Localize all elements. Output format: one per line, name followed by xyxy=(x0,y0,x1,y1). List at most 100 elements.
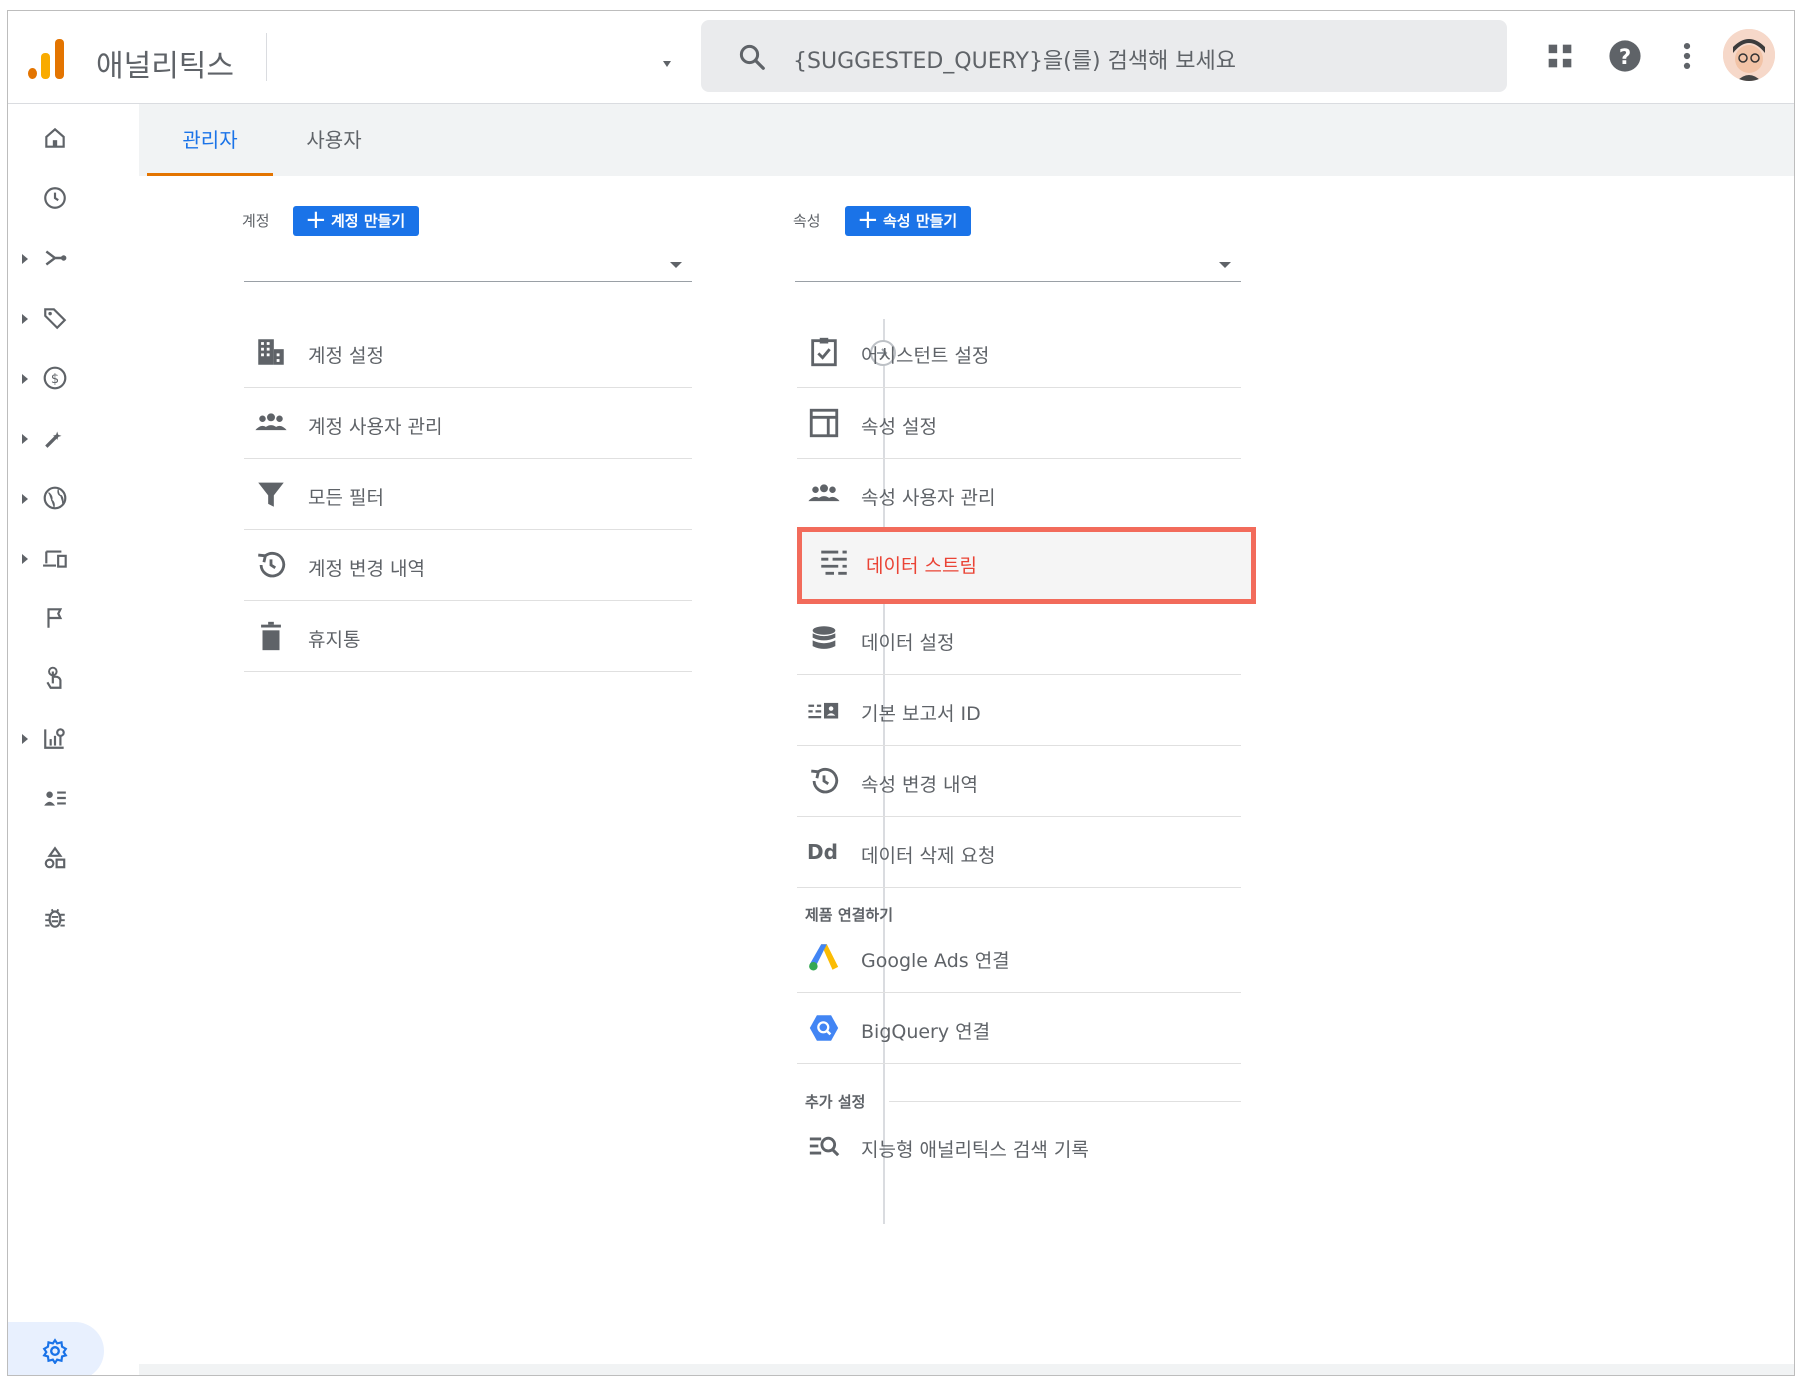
list-item-label: 계정 설정 xyxy=(308,345,384,367)
debug-bug-icon xyxy=(45,908,65,928)
search-bar[interactable]: {SUGGESTED_QUERY}을(를) 검색해 보세요 xyxy=(701,20,1507,92)
property-select[interactable] xyxy=(795,232,1241,282)
nav-realtime[interactable] xyxy=(8,174,139,224)
account-user-management-item[interactable]: 계정 사용자 관리 xyxy=(244,388,692,459)
nav-shapes[interactable] xyxy=(8,834,139,884)
people-icon xyxy=(255,413,287,431)
create-account-label: 계정 만들기 xyxy=(331,212,406,230)
history-icon xyxy=(258,551,286,578)
more-vert-icon[interactable] xyxy=(1670,39,1704,73)
list-item-label: 계정 사용자 관리 xyxy=(308,416,443,438)
expand-arrow-icon[interactable] xyxy=(22,374,28,384)
svg-text:?: ? xyxy=(1619,45,1631,70)
nav-tags[interactable] xyxy=(8,294,139,344)
monetization-icon: $ xyxy=(43,366,67,390)
data-streams-item[interactable]: 데이터 스트림 xyxy=(797,527,1256,604)
admin-content: 관리자 사용자 계정 + 계정 만들기 계정 설정 계정 사용자 관리 모든 필… xyxy=(139,104,1794,1375)
expand-arrow-icon[interactable] xyxy=(22,554,28,564)
acquisition-icon xyxy=(45,250,67,266)
report-id-icon xyxy=(808,702,839,719)
list-item-label: 기본 보고서 ID xyxy=(861,703,981,725)
avatar[interactable] xyxy=(1723,29,1775,81)
admin-panel: 계정 + 계정 만들기 계정 설정 계정 사용자 관리 모든 필터 계정 변경 … xyxy=(139,176,1794,1364)
dropdown-caret-icon xyxy=(670,262,682,268)
analytics-logo-icon[interactable] xyxy=(26,35,66,79)
nav-monetization[interactable]: $ xyxy=(8,354,139,404)
list-item-label: 속성 사용자 관리 xyxy=(861,487,996,509)
admin-gear-icon xyxy=(42,1338,68,1364)
list-item-label: 속성 설정 xyxy=(861,416,937,438)
header-divider xyxy=(266,33,267,81)
data-settings-item[interactable]: 데이터 설정 xyxy=(797,604,1241,675)
help-icon[interactable]: ? xyxy=(1608,39,1642,73)
list-item-label: 휴지통 xyxy=(308,629,361,651)
expand-arrow-icon[interactable] xyxy=(22,734,28,744)
bigquery-links-item[interactable]: BigQuery 연결 xyxy=(797,993,1241,1064)
default-reporting-id-item[interactable]: 기본 보고서 ID xyxy=(797,675,1241,746)
expand-arrow-icon[interactable] xyxy=(22,494,28,504)
bigquery-icon xyxy=(809,1015,839,1041)
account-heading: 계정 xyxy=(242,212,270,230)
account-change-history-item[interactable]: 계정 변경 내역 xyxy=(244,530,692,601)
data-deletion-requests-item[interactable]: Dd 데이터 삭제 요청 xyxy=(797,817,1241,888)
left-navigation: $ xyxy=(8,104,139,1375)
expand-arrow-icon[interactable] xyxy=(22,314,28,324)
nav-acquisition[interactable] xyxy=(8,234,139,284)
trash-icon xyxy=(261,621,281,651)
touch-icon xyxy=(46,666,62,689)
tab-admin[interactable]: 관리자 xyxy=(147,104,273,176)
property-user-management-item[interactable]: 속성 사용자 관리 xyxy=(797,459,1241,530)
list-item-label: 지능형 애널리틱스 검색 기록 xyxy=(861,1139,1089,1161)
nav-home[interactable] xyxy=(8,114,139,164)
streams-icon xyxy=(821,550,847,575)
shapes-icon xyxy=(44,846,66,869)
apps-grid-icon[interactable] xyxy=(1543,39,1577,73)
search-input[interactable]: {SUGGESTED_QUERY}을(를) 검색해 보세요 xyxy=(793,43,1236,75)
app-title[interactable]: 애널리틱스 xyxy=(96,41,234,85)
analysis-icon xyxy=(44,728,65,749)
nav-engagement[interactable] xyxy=(8,414,139,464)
account-settings-item[interactable]: 계정 설정 xyxy=(244,317,692,388)
checklist-icon xyxy=(811,337,837,367)
expand-arrow-icon[interactable] xyxy=(22,434,28,444)
nav-audience[interactable] xyxy=(8,774,139,824)
property-settings-item[interactable]: 속성 설정 xyxy=(797,388,1241,459)
tag-icon xyxy=(44,308,67,330)
additional-settings-heading: 추가 설정 xyxy=(805,1093,866,1111)
database-icon xyxy=(812,626,836,649)
list-item-label: 모든 필터 xyxy=(308,487,384,509)
list-item-label: 데이터 스트림 xyxy=(866,555,977,577)
list-item-label: 데이터 삭제 요청 xyxy=(861,845,996,867)
nav-geography[interactable] xyxy=(8,474,139,524)
realtime-clock-icon xyxy=(44,187,66,209)
all-filters-item[interactable]: 모든 필터 xyxy=(244,459,692,530)
tab-user[interactable]: 사용자 xyxy=(287,104,381,176)
google-ads-links-item[interactable]: Google Ads 연결 xyxy=(797,922,1241,993)
audience-icon xyxy=(44,791,66,806)
plus-icon: + xyxy=(857,205,879,235)
nav-debug[interactable] xyxy=(8,894,139,944)
nav-touch[interactable] xyxy=(8,654,139,704)
nav-tech[interactable] xyxy=(8,534,139,584)
globe-icon xyxy=(43,486,67,510)
intelligence-search-history-item[interactable]: 지능형 애널리틱스 검색 기록 xyxy=(797,1111,1241,1182)
account-select[interactable] xyxy=(244,232,692,282)
layout-icon xyxy=(809,408,839,438)
nav-analysis[interactable] xyxy=(8,714,139,764)
flag-icon xyxy=(47,608,63,628)
expand-arrow-icon[interactable] xyxy=(22,254,28,264)
trash-item[interactable]: 휴지통 xyxy=(244,601,692,672)
assistant-settings-item[interactable]: 어시스턴트 설정 xyxy=(797,317,1241,388)
top-bar: 애널리틱스 {SUGGESTED_QUERY}을(를) 검색해 보세요 ? xyxy=(8,11,1794,104)
list-item-label: Google Ads 연결 xyxy=(861,950,1010,972)
home-icon xyxy=(45,127,65,148)
dd-icon: Dd xyxy=(807,840,838,864)
nav-admin[interactable] xyxy=(8,1322,104,1375)
account-picker-caret-icon[interactable] xyxy=(663,61,671,67)
nav-flag[interactable] xyxy=(8,594,139,644)
app-window: 애널리틱스 {SUGGESTED_QUERY}을(를) 검색해 보세요 ? $ … xyxy=(7,10,1795,1376)
filter-icon xyxy=(258,482,284,507)
property-change-history-item[interactable]: 속성 변경 내역 xyxy=(797,746,1241,817)
history-icon xyxy=(811,767,839,794)
list-item-label: 어시스턴트 설정 xyxy=(861,345,990,367)
